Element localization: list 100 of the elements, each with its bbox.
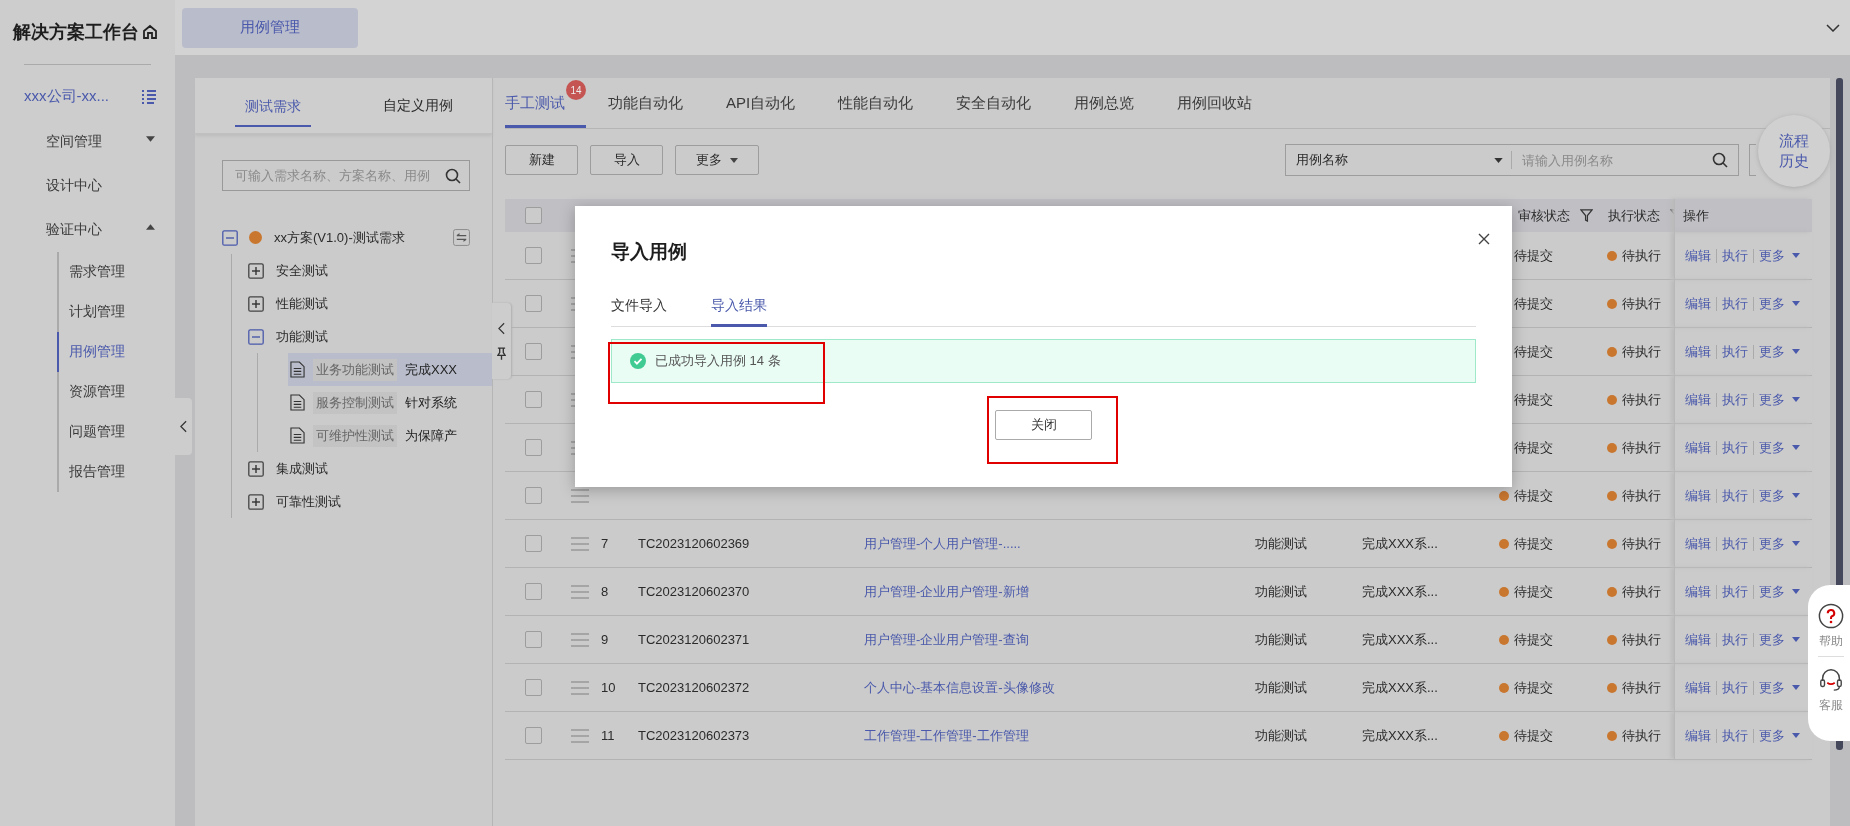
action-link[interactable]: 编辑 <box>1685 438 1711 457</box>
tree-node[interactable]: xx方案(V1.0)-测试需求 <box>274 228 405 247</box>
action-link[interactable]: 编辑 <box>1685 630 1711 649</box>
panel-tab[interactable]: 测试需求 <box>235 86 311 127</box>
help-label[interactable]: 帮助 <box>1818 633 1843 650</box>
action-link[interactable]: 编辑 <box>1685 294 1711 313</box>
action-link[interactable]: 执行 <box>1722 726 1748 745</box>
toolbar-button[interactable]: 新建 <box>505 145 578 175</box>
action-link[interactable]: 更多 <box>1759 534 1785 553</box>
case-link[interactable]: 用户管理-个人用户管理-..... <box>864 535 1021 551</box>
tab[interactable]: 安全自动化 <box>956 80 1032 128</box>
checkbox[interactable] <box>524 487 542 504</box>
headset-icon[interactable] <box>1817 667 1844 693</box>
nav-item[interactable]: 问题管理 <box>57 412 159 452</box>
checkbox[interactable] <box>524 247 542 264</box>
checkbox[interactable] <box>524 679 542 696</box>
action-link[interactable]: 更多 <box>1759 726 1785 745</box>
more-button[interactable]: 更多 <box>675 145 759 175</box>
drag-handle-icon[interactable] <box>571 680 589 695</box>
action-link[interactable]: 执行 <box>1722 246 1748 265</box>
tab[interactable]: 性能自动化 <box>838 80 914 128</box>
action-link[interactable]: 编辑 <box>1685 246 1711 265</box>
action-link[interactable]: 编辑 <box>1685 726 1711 745</box>
dialog-tab[interactable]: 文件导入 <box>611 297 667 327</box>
collapse-icon[interactable] <box>248 328 264 345</box>
search-icon[interactable] <box>1712 152 1728 168</box>
nav-item[interactable]: 报告管理 <box>57 452 159 492</box>
action-link[interactable]: 执行 <box>1722 630 1748 649</box>
tree-node[interactable]: 集成测试 <box>276 459 328 478</box>
tree-leaf[interactable]: 可维护性测试 为保障产 <box>288 419 492 452</box>
page-tab[interactable]: 用例管理 <box>182 7 358 48</box>
checkbox[interactable] <box>524 207 542 224</box>
action-link[interactable]: 更多 <box>1759 678 1785 697</box>
drag-handle-icon[interactable] <box>571 584 589 599</box>
nav-item[interactable]: 需求管理 <box>57 252 159 292</box>
tree-leaf[interactable]: 服务控制测试 针对系统 <box>288 386 492 419</box>
nav-item[interactable]: 验证中心 <box>16 208 159 252</box>
tab[interactable]: API自动化 <box>726 80 796 128</box>
checkbox[interactable] <box>524 535 542 552</box>
org-name[interactable]: xxx公司-xx... <box>24 87 109 106</box>
action-link[interactable]: 执行 <box>1722 582 1748 601</box>
checkbox[interactable] <box>524 583 542 600</box>
swap-icon[interactable] <box>453 229 470 246</box>
action-link[interactable]: 更多 <box>1759 342 1785 361</box>
action-link[interactable]: 编辑 <box>1685 534 1711 553</box>
tab[interactable]: 用例回收站 <box>1177 80 1253 128</box>
field-select[interactable]: 用例名称 <box>1296 151 1486 169</box>
expand-icon[interactable] <box>248 493 264 510</box>
action-link[interactable]: 执行 <box>1722 390 1748 409</box>
tree-leaf[interactable]: 业务功能测试 完成XXX <box>288 353 492 386</box>
action-link[interactable]: 更多 <box>1759 630 1785 649</box>
action-link[interactable]: 更多 <box>1759 582 1785 601</box>
action-link[interactable]: 更多 <box>1759 486 1785 505</box>
chevron-down-icon[interactable] <box>1826 23 1840 32</box>
tab[interactable]: 手工测试 14 <box>505 80 586 128</box>
case-link[interactable]: 工作管理-工作管理-工作管理 <box>864 727 1029 743</box>
action-link[interactable]: 更多 <box>1759 246 1785 265</box>
nav-item[interactable]: 设计中心 <box>16 164 159 208</box>
tree-node[interactable]: 安全测试 <box>276 261 328 280</box>
action-link[interactable]: 执行 <box>1722 342 1748 361</box>
checkbox[interactable] <box>524 391 542 408</box>
nav-item[interactable]: 资源管理 <box>57 372 159 412</box>
tree-node[interactable]: 功能测试 <box>276 327 328 346</box>
action-link[interactable]: 执行 <box>1722 534 1748 553</box>
checkbox[interactable] <box>524 727 542 744</box>
list-icon[interactable] <box>141 89 157 104</box>
search-field[interactable]: 用例名称 请输入用例名称 <box>1285 144 1739 176</box>
panel-tab[interactable]: 自定义用例 <box>344 85 492 126</box>
case-link[interactable]: 用户管理-企业用户管理-新增 <box>864 583 1029 599</box>
action-link[interactable]: 编辑 <box>1685 582 1711 601</box>
search-icon[interactable] <box>445 167 461 184</box>
nav-item[interactable]: 计划管理 <box>57 292 159 332</box>
tree-node[interactable]: 可靠性测试 <box>276 492 341 511</box>
action-link[interactable]: 更多 <box>1759 438 1785 457</box>
action-link[interactable]: 执行 <box>1722 678 1748 697</box>
help-label[interactable]: 客服 <box>1818 697 1843 714</box>
drag-handle-icon[interactable] <box>571 632 589 647</box>
action-link[interactable]: 编辑 <box>1685 486 1711 505</box>
checkbox[interactable] <box>524 439 542 456</box>
checkbox[interactable] <box>524 295 542 312</box>
action-link[interactable]: 编辑 <box>1685 342 1711 361</box>
action-link[interactable]: 更多 <box>1759 390 1785 409</box>
action-link[interactable]: 更多 <box>1759 294 1785 313</box>
close-button[interactable]: 关闭 <box>995 410 1092 440</box>
drag-handle-icon[interactable] <box>571 728 589 743</box>
expand-icon[interactable] <box>248 262 264 279</box>
dialog-tab[interactable]: 导入结果 <box>711 297 767 327</box>
nav-item[interactable]: 空间管理 <box>16 120 159 164</box>
checkbox[interactable] <box>524 631 542 648</box>
tab[interactable]: 用例总览 <box>1074 80 1135 128</box>
action-link[interactable]: 执行 <box>1722 438 1748 457</box>
home-icon[interactable] <box>142 24 158 40</box>
case-link[interactable]: 个人中心-基本信息设置-头像修改 <box>864 679 1055 695</box>
action-link[interactable]: 编辑 <box>1685 390 1711 409</box>
tab[interactable]: 功能自动化 <box>608 80 683 128</box>
drag-handle-icon[interactable] <box>571 536 589 551</box>
case-link[interactable]: 用户管理-企业用户管理-查询 <box>864 631 1029 647</box>
checkbox[interactable] <box>524 343 542 360</box>
action-link[interactable]: 执行 <box>1722 486 1748 505</box>
expand-icon[interactable] <box>248 460 264 477</box>
